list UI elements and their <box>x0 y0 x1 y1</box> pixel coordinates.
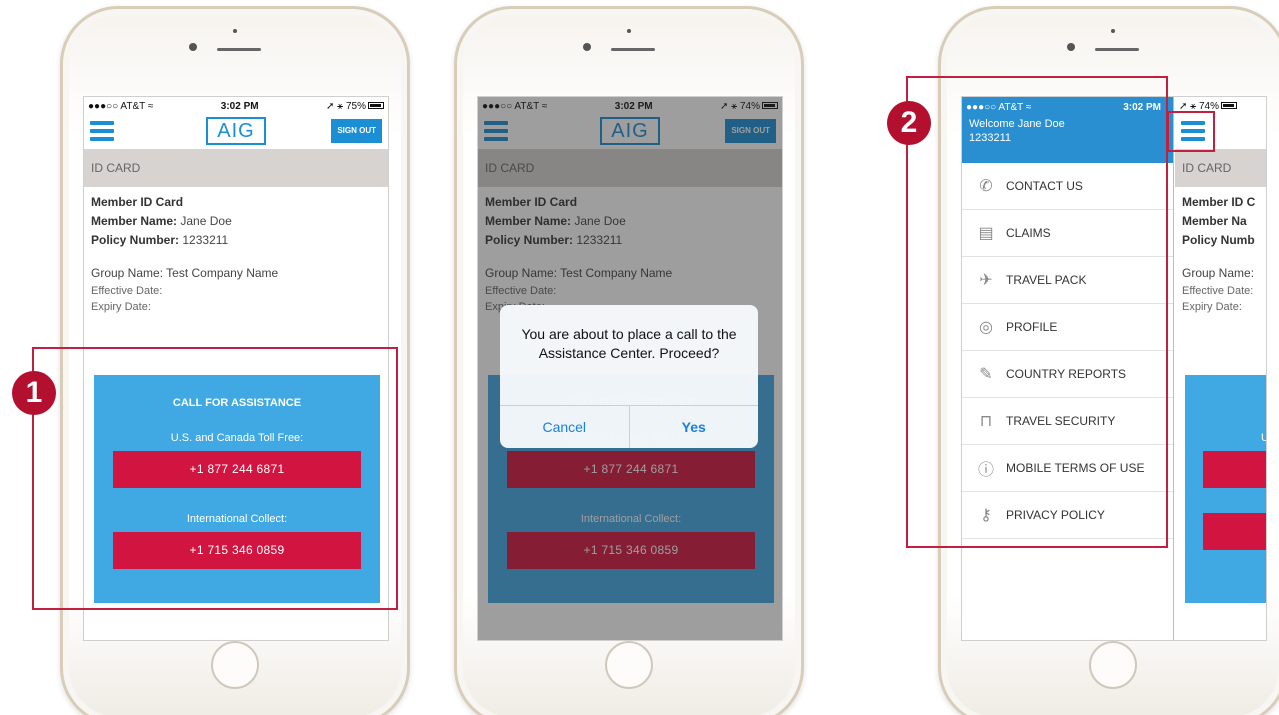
phone-camera <box>583 43 591 51</box>
member-name-value: Jane Doe <box>180 214 232 228</box>
battery-icon <box>367 102 384 110</box>
app-bar: AIG SIGN OUT <box>84 115 388 149</box>
battery-icon <box>1220 102 1237 110</box>
status-time: 3:02 PM <box>220 100 259 112</box>
policy-number-label: Policy Number: <box>91 233 180 247</box>
dialog-message: You are about to place a call to the Ass… <box>521 326 737 361</box>
home-button[interactable] <box>605 641 653 689</box>
phone-speaker <box>217 48 261 51</box>
battery-percent: 75% <box>345 100 366 112</box>
member-id-card-heading: Member ID Card <box>91 195 184 209</box>
dialog-actions: Cancel Yes <box>500 405 758 448</box>
phone-2: ●●●○○ AT&T ≈ 3:02 PM ➚ ⚹ 74% AIG SIGN OU… <box>454 6 804 715</box>
hamburger-menu-icon[interactable] <box>90 121 114 141</box>
us-canada-call-button[interactable] <box>1203 451 1266 488</box>
group-name-value: Test Company Name <box>166 266 279 280</box>
status-bar: ●●●○○ AT&T ≈ 3:02 PM ➚ ⚹ 75% <box>84 97 388 115</box>
phone-camera <box>1067 43 1075 51</box>
phone-sensor <box>1111 29 1115 33</box>
step-badge-2: 2 <box>887 101 931 145</box>
screen-call-confirm: ●●●○○ AT&T ≈ 3:02 PM ➚ ⚹ 74% AIG SIGN OU… <box>477 96 783 641</box>
phone-speaker <box>611 48 655 51</box>
cancel-button[interactable]: Cancel <box>500 406 629 448</box>
call-confirm-dialog: You are about to place a call to the Ass… <box>500 305 758 448</box>
home-button[interactable] <box>1089 641 1137 689</box>
location-icon: ➚ ⚹ <box>1179 100 1197 112</box>
group-name-label: Group Name: <box>1182 266 1255 280</box>
carrier-label: ●●●○○ AT&T <box>88 100 146 112</box>
location-icon: ➚ ⚹ <box>326 100 344 112</box>
wifi-icon: ≈ <box>147 100 154 112</box>
member-name-label: Member Name: <box>91 214 178 228</box>
home-button[interactable] <box>211 641 259 689</box>
aig-logo: AIG <box>206 117 266 145</box>
call-assistance-title: CA <box>1185 397 1266 409</box>
effective-date-label: Effective Date: <box>1182 285 1254 297</box>
us-canada-label: U. <box>1185 432 1266 444</box>
expiry-date-label: Expiry Date: <box>91 301 151 313</box>
highlight-hamburger <box>1167 111 1215 152</box>
sign-out-button[interactable]: SIGN OUT <box>331 119 382 143</box>
international-call-button[interactable] <box>1203 513 1266 550</box>
highlight-side-menu <box>906 76 1168 548</box>
expiry-date-label: Expiry Date: <box>1182 301 1242 313</box>
policy-number-value: 1233211 <box>182 233 229 247</box>
section-title: ID CARD <box>1175 149 1266 187</box>
step-badge-1: 1 <box>12 371 56 415</box>
phone-sensor <box>627 29 631 33</box>
phone-sensor <box>233 29 237 33</box>
battery-percent: 74% <box>1198 100 1219 112</box>
phone-camera <box>189 43 197 51</box>
highlight-call-panel <box>32 347 398 610</box>
phone-speaker <box>1095 48 1139 51</box>
id-card-info-peek: Member ID C Member Na Policy Numb Group … <box>1175 187 1266 317</box>
call-assistance-panel: CA U. <box>1185 375 1266 603</box>
group-name-label: Group Name: <box>91 266 164 280</box>
section-title: ID CARD <box>84 149 388 187</box>
id-card-info: Member ID Card Member Name: Jane Doe Pol… <box>84 187 388 317</box>
member-name-label: Member Na <box>1182 214 1247 228</box>
policy-number-label: Policy Numb <box>1182 233 1255 247</box>
effective-date-label: Effective Date: <box>91 285 163 297</box>
yes-button[interactable]: Yes <box>628 406 759 448</box>
underlying-page-peek: ➚ ⚹ 74% ID CARD Member ID C Member Na Po… <box>1175 97 1266 640</box>
member-id-card-heading: Member ID C <box>1182 195 1256 209</box>
